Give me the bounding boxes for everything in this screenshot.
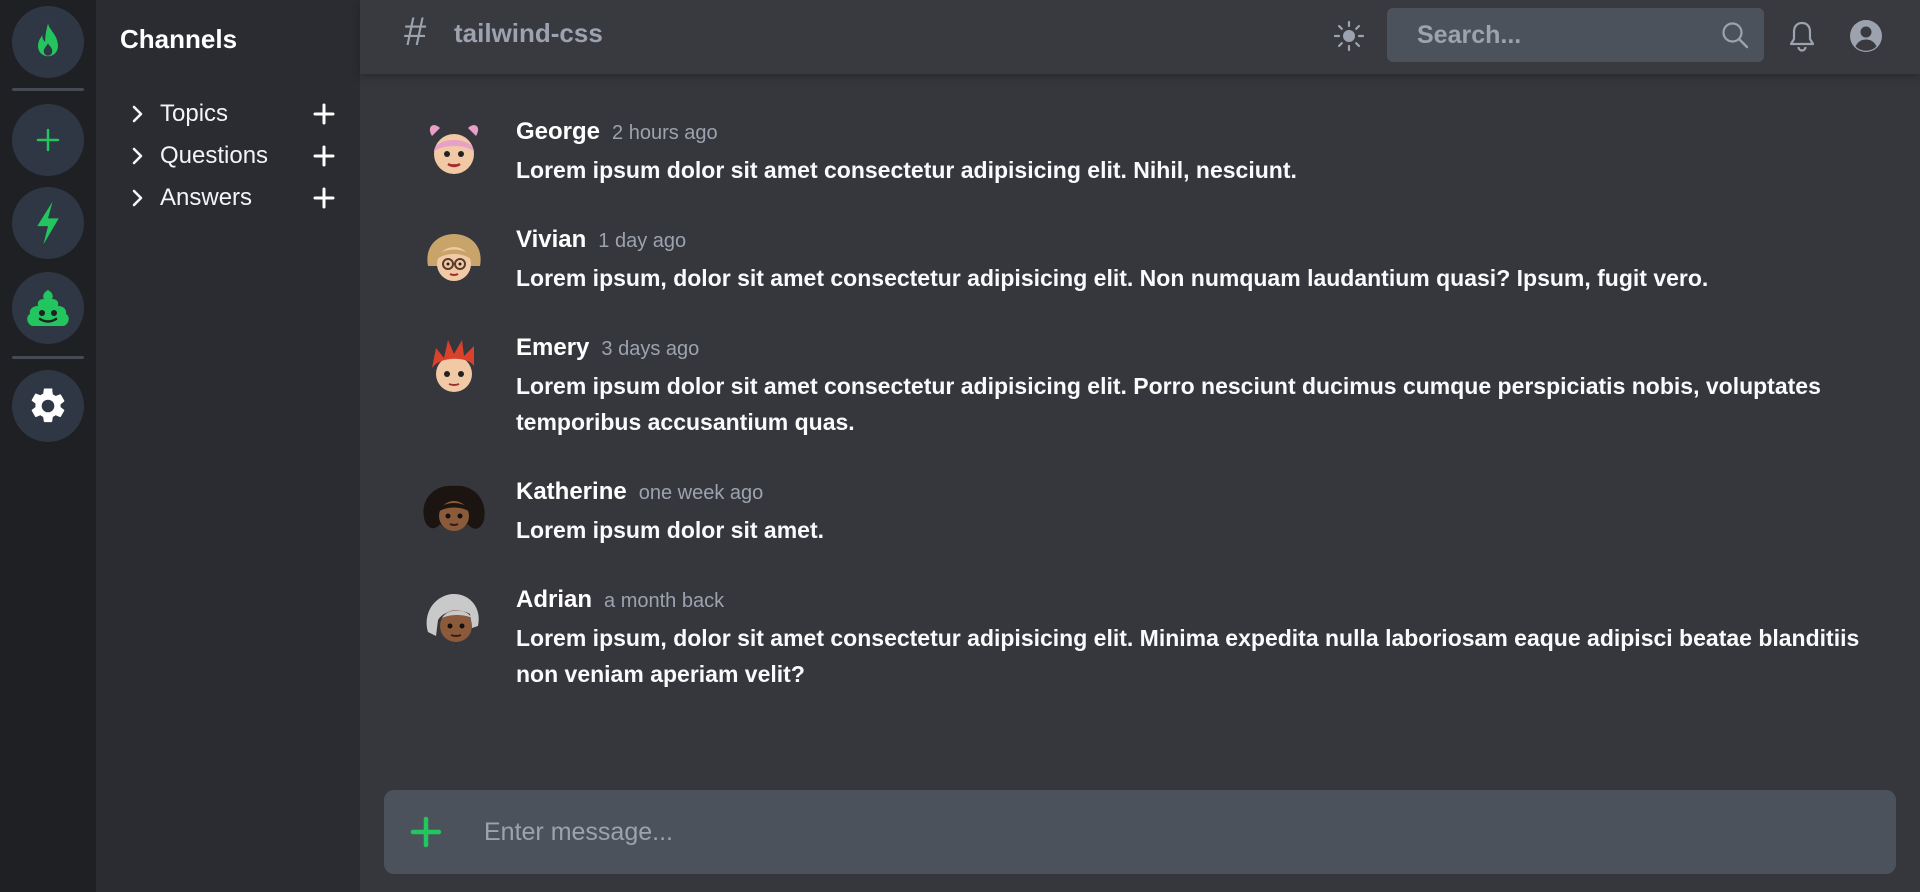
- server-rail: [0, 0, 96, 892]
- message-text: Lorem ipsum, dolor sit amet consectetur …: [516, 265, 1709, 291]
- message-item: Adrian a month back Lorem ipsum, dolor s…: [420, 586, 1900, 696]
- message-author[interactable]: Katherine: [516, 478, 627, 506]
- sidebar-item-label: Questions: [160, 142, 269, 169]
- chevron-right-icon: [132, 147, 143, 165]
- sun-icon: [1333, 20, 1365, 52]
- avatar: [432, 340, 474, 392]
- sidebar-item-questions[interactable]: Questions: [126, 138, 336, 174]
- notifications-button[interactable]: [1781, 15, 1823, 57]
- theme-toggle-button[interactable]: [1328, 15, 1370, 57]
- channel-title: tailwind-css: [454, 18, 603, 48]
- message-timestamp: one week ago: [638, 482, 764, 504]
- add-answer-icon[interactable]: [312, 186, 336, 210]
- message-text: Lorem ipsum, dolor sit amet consectetur …: [516, 625, 1860, 687]
- search-input[interactable]: [1387, 8, 1707, 62]
- search-icon[interactable]: [1720, 20, 1750, 50]
- add-question-icon[interactable]: [312, 144, 336, 168]
- avatar: [429, 125, 479, 174]
- sidebar-item-answers[interactable]: Answers: [126, 180, 336, 216]
- avatar: [427, 234, 481, 281]
- search-box: [1387, 8, 1764, 62]
- user-circle-icon: [1850, 20, 1882, 52]
- bell-icon: [1789, 21, 1815, 52]
- avatar: [426, 594, 479, 642]
- message-timestamp: a month back: [604, 590, 725, 612]
- chevron-right-icon: [132, 105, 143, 123]
- gear-icon: [31, 388, 65, 423]
- message-composer: [384, 790, 1896, 874]
- add-topic-icon[interactable]: [312, 102, 336, 126]
- poo-icon: [27, 290, 69, 326]
- message-author[interactable]: George: [516, 118, 600, 146]
- sidebar-item-label: Topics: [160, 100, 229, 127]
- plus-icon: [36, 128, 60, 152]
- message-timestamp: 1 day ago: [598, 230, 687, 252]
- rail-divider: [12, 88, 84, 91]
- message-item: George 2 hours ago Lorem ipsum dolor sit…: [420, 118, 1900, 198]
- bolt-button[interactable]: [12, 187, 84, 259]
- attach-plus-icon[interactable]: [408, 814, 444, 850]
- sidebar-item-label: Answers: [160, 184, 253, 211]
- message-timestamp: 2 hours ago: [612, 122, 718, 144]
- message-text: Lorem ipsum dolor sit amet consectetur a…: [516, 157, 1297, 183]
- chevron-right-icon: [132, 189, 143, 207]
- home-button[interactable]: [12, 6, 84, 78]
- message-item: Vivian 1 day ago Lorem ipsum, dolor sit …: [420, 226, 1900, 306]
- message-text: Lorem ipsum dolor sit amet consectetur a…: [516, 373, 1821, 435]
- message-item: Katherine one week ago Lorem ipsum dolor…: [420, 478, 1900, 558]
- sidebar-title: Channels: [120, 24, 238, 54]
- fire-icon: [38, 23, 58, 57]
- user-profile-button[interactable]: [1845, 15, 1887, 57]
- message-author[interactable]: Emery: [516, 334, 589, 362]
- channels-sidebar: Channels Topics Questions Answers: [96, 0, 360, 892]
- message-author[interactable]: Adrian: [516, 586, 592, 614]
- bolt-icon: [37, 201, 59, 245]
- sidebar-item-topics[interactable]: Topics: [126, 96, 336, 132]
- message-author[interactable]: Vivian: [516, 226, 586, 254]
- message-timestamp: 3 days ago: [601, 338, 700, 360]
- channel-header: # tailwind-css: [360, 0, 1920, 74]
- message-text: Lorem ipsum dolor sit amet.: [516, 517, 824, 543]
- message-input[interactable]: [484, 790, 1864, 874]
- avatar: [423, 485, 485, 531]
- add-server-button[interactable]: [12, 104, 84, 176]
- rail-divider: [12, 356, 84, 359]
- message-item: Emery 3 days ago Lorem ipsum dolor sit a…: [420, 334, 1900, 444]
- hashtag-icon: #: [404, 10, 427, 54]
- poo-button[interactable]: [12, 272, 84, 344]
- settings-button[interactable]: [12, 370, 84, 442]
